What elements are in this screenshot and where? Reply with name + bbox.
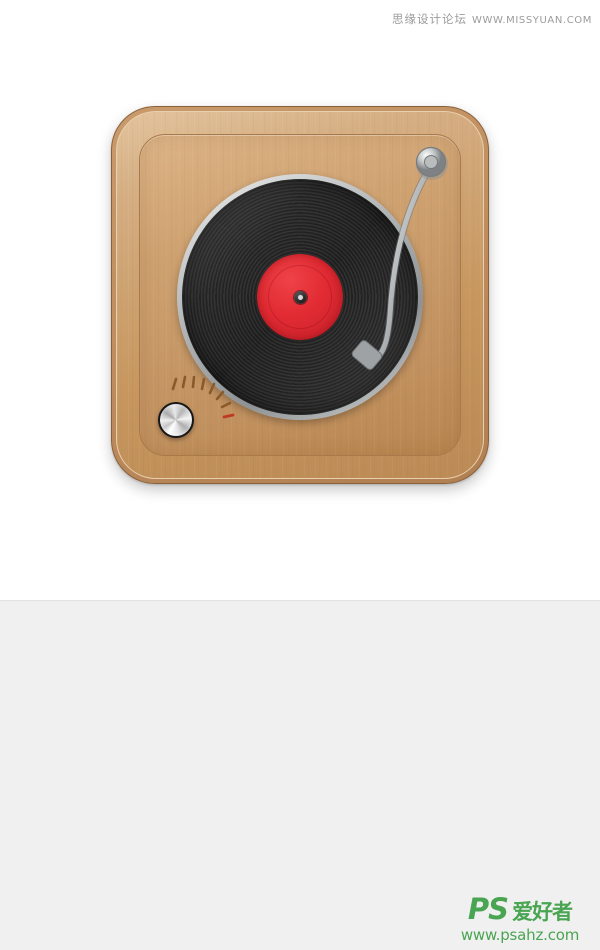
watermark-top-url: WWW.MISSYUAN.COM <box>472 15 592 26</box>
artwork-canvas: 思缘设计论坛 WWW.MISSYUAN.COM <box>0 0 600 600</box>
watermark-bottom-chinese: 爱好者 <box>512 900 573 924</box>
volume-knob[interactable] <box>158 402 194 438</box>
turntable-icon <box>105 100 495 490</box>
watermark-bottom-brand: PS 爱好者 <box>450 894 590 927</box>
lower-grey-area: PS爱好者 www.psahz.com ◀◀ | ✕ APPEARANCE <box>0 600 600 950</box>
watermark-bottom: PS 爱好者 www.psahz.com <box>450 894 590 944</box>
watermark-bottom-url: www.psahz.com <box>460 926 580 944</box>
watermark-ps-text: PS <box>467 892 509 926</box>
watermark-top: 思缘设计论坛 WWW.MISSYUAN.COM <box>392 11 592 27</box>
watermark-top-chinese: 思缘设计论坛 <box>392 12 468 26</box>
screenshot-root: 思缘设计论坛 WWW.MISSYUAN.COM PS 爱好者 www.psahz… <box>0 0 600 950</box>
